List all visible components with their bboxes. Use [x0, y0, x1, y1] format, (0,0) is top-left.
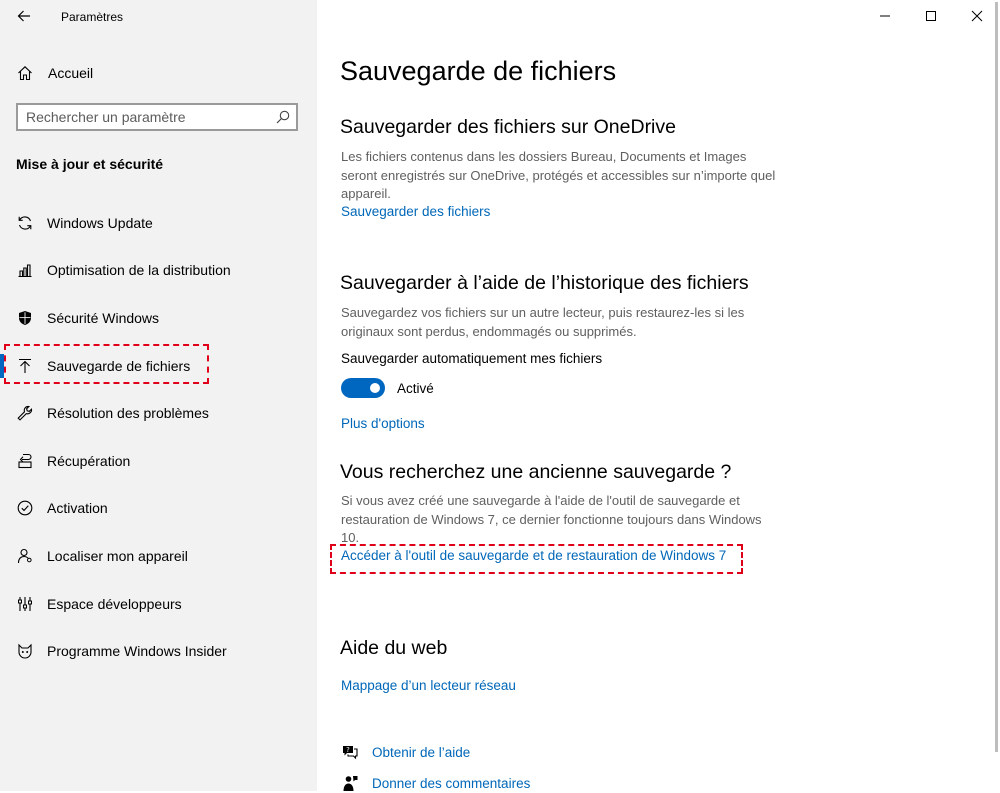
search-input[interactable] — [26, 109, 266, 125]
page-title: Sauvegarde de fichiers — [340, 56, 617, 86]
old-backup-description: Si vous avez créé une sauvegarde à l'aid… — [341, 493, 762, 545]
sidebar-item-file-backup[interactable]: Sauvegarde de fichiers — [0, 342, 317, 390]
back-button[interactable] — [14, 6, 34, 26]
home-label: Accueil — [48, 65, 94, 81]
file-history-description: Sauvegardez vos fichiers sur un autre le… — [341, 305, 745, 339]
sync-icon — [16, 214, 34, 232]
app-title: Paramètres — [61, 10, 124, 24]
give-feedback-label: Donner des commentaires — [372, 775, 531, 791]
settings-search-box[interactable] — [16, 103, 298, 131]
developer-icon — [16, 595, 34, 613]
sidebar-item-label: Résolution des problèmes — [47, 405, 209, 422]
sidebar-item-label: Activation — [47, 500, 108, 517]
auto-backup-label: Sauvegarder automatiquement mes fichiers — [341, 351, 603, 366]
auto-backup-toggle[interactable] — [341, 378, 385, 398]
svg-text:?: ? — [346, 746, 350, 754]
scrollbar[interactable] — [995, 2, 998, 752]
home-link[interactable]: Accueil — [16, 62, 93, 84]
map-network-drive-link[interactable]: Mappage d’un lecteur réseau — [341, 678, 516, 693]
delivery-optimization-icon — [16, 261, 34, 279]
sidebar-item-label: Optimisation de la distribution — [47, 262, 231, 279]
sidebar-item-insider[interactable]: Programme Windows Insider — [0, 627, 317, 675]
sidebar: Paramètres Accueil Mise à jour et sécuri… — [0, 0, 317, 791]
person-locate-icon — [16, 547, 34, 565]
home-icon — [16, 64, 34, 82]
sidebar-item-label: Récupération — [47, 452, 131, 469]
check-circle-icon — [16, 499, 34, 517]
back-arrow-icon — [17, 10, 30, 22]
onedrive-heading: Sauvegarder des fichiers sur OneDrive — [340, 116, 676, 138]
old-backup-heading: Vous recherchez une ancienne sauvegarde … — [340, 461, 732, 483]
sidebar-item-label: Windows Update — [47, 214, 153, 231]
web-help-heading: Aide du web — [340, 637, 448, 659]
insider-cat-icon — [16, 642, 34, 660]
sidebar-item-troubleshoot[interactable]: Résolution des problèmes — [0, 389, 317, 437]
toggle-state: Activé — [397, 381, 434, 396]
sidebar-item-label: Programme Windows Insider — [47, 643, 227, 660]
backup-files-link[interactable]: Sauvegarder des fichiers — [341, 204, 490, 219]
windows7-backup-tool-link[interactable]: Accéder à l'outil de sauvegarde et de re… — [341, 548, 726, 563]
main-content: Sauvegarde de fichiers Sauvegarder des f… — [317, 0, 1000, 791]
file-history-heading: Sauvegarder à l’aide de l’historique des… — [340, 272, 749, 294]
sidebar-item-find-my-device[interactable]: Localiser mon appareil — [0, 532, 317, 580]
sidebar-item-label: Localiser mon appareil — [47, 547, 188, 564]
search-icon[interactable] — [276, 110, 290, 124]
sidebar-item-developers[interactable]: Espace développeurs — [0, 580, 317, 628]
get-help-link[interactable]: ? Obtenir de l’aide — [341, 742, 470, 762]
sidebar-item-label: Espace développeurs — [47, 595, 182, 612]
onedrive-description: Les fichiers contenus dans les dossiers … — [341, 149, 776, 201]
sidebar-item-windows-update[interactable]: Windows Update — [0, 199, 317, 247]
shield-icon — [16, 309, 34, 327]
get-help-label: Obtenir de l’aide — [372, 744, 471, 760]
help-chat-icon: ? — [341, 743, 359, 761]
sidebar-item-windows-security[interactable]: Sécurité Windows — [0, 294, 317, 342]
recovery-icon — [16, 452, 34, 470]
toggle-knob — [370, 383, 380, 393]
sidebar-item-label: Sécurité Windows — [47, 309, 160, 326]
sidebar-item-label: Sauvegarde de fichiers — [47, 357, 191, 374]
wrench-icon — [16, 404, 34, 422]
more-options-link[interactable]: Plus d'options — [341, 416, 425, 431]
feedback-icon — [341, 774, 359, 792]
upload-arrow-icon — [16, 357, 34, 375]
sidebar-item-delivery-optimization[interactable]: Optimisation de la distribution — [0, 247, 317, 295]
sidebar-item-recovery[interactable]: Récupération — [0, 437, 317, 485]
section-title: Mise à jour et sécurité — [16, 156, 164, 172]
sidebar-nav: Windows Update Optimisation de la distri… — [0, 199, 317, 675]
give-feedback-link[interactable]: Donner des commentaires — [341, 773, 530, 793]
sidebar-item-activation[interactable]: Activation — [0, 485, 317, 533]
